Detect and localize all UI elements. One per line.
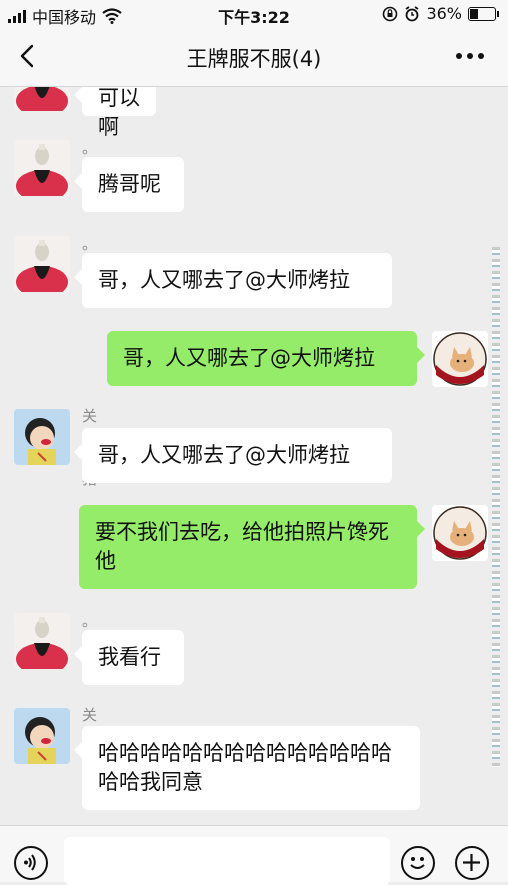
scroll-indicator bbox=[492, 247, 500, 767]
message-bubble[interactable]: 腾哥呢 bbox=[74, 157, 184, 212]
message-bubble[interactable]: 我看行 bbox=[74, 630, 184, 685]
avatar-cat[interactable] bbox=[432, 331, 488, 387]
sender-name: 。 bbox=[82, 139, 98, 157]
avatar-portrait[interactable] bbox=[14, 613, 70, 669]
avatar-portrait[interactable] bbox=[14, 236, 70, 292]
input-bar bbox=[0, 825, 508, 885]
message-bubble[interactable]: 哈哈哈哈哈哈哈哈哈哈哈哈哈哈哈哈我同意 bbox=[74, 726, 420, 810]
status-right: 36% bbox=[382, 4, 499, 23]
chat-header: 王牌服不服(4) bbox=[0, 28, 508, 87]
message-bubble[interactable]: 哥，人又哪去了@大师烤拉 bbox=[107, 331, 425, 386]
sender-name: 。 bbox=[82, 612, 98, 630]
alarm-icon bbox=[405, 5, 419, 21]
voice-icon[interactable] bbox=[14, 846, 48, 880]
battery-icon bbox=[468, 6, 499, 21]
message-input[interactable] bbox=[64, 837, 390, 885]
avatar-portrait[interactable] bbox=[14, 87, 70, 111]
emoji-icon[interactable] bbox=[401, 846, 435, 880]
message-bubble[interactable]: 可以啊 bbox=[74, 87, 156, 139]
sender-name: 。 bbox=[82, 235, 98, 253]
avatar-cartoon[interactable] bbox=[14, 708, 70, 764]
chat-title: 王牌服不服(4) bbox=[186, 47, 322, 71]
plus-icon[interactable] bbox=[455, 846, 489, 880]
message-bubble[interactable]: 哥，人又哪去了@大师烤拉 bbox=[74, 253, 392, 308]
rotation-lock-icon bbox=[383, 6, 398, 21]
battery-percent: 36% bbox=[426, 4, 462, 23]
avatar-portrait[interactable] bbox=[14, 140, 70, 196]
status-bar: 中国移动 下午3:22 36% bbox=[0, 0, 508, 28]
message-bubble[interactable]: 要不我们去吃，给他拍照片馋死他 bbox=[79, 505, 425, 589]
avatar-cartoon[interactable] bbox=[14, 409, 70, 465]
avatar-cat[interactable] bbox=[432, 505, 488, 561]
more-dots-icon[interactable] bbox=[456, 53, 484, 59]
message-bubble[interactable]: 哥，人又哪去了@大师烤拉 bbox=[74, 428, 392, 483]
message-list[interactable]: 可以啊 。 腾哥呢 。 哥，人又哪去了@大师烤拉 哥，人又哪去了@大师烤拉 关小… bbox=[0, 87, 500, 825]
